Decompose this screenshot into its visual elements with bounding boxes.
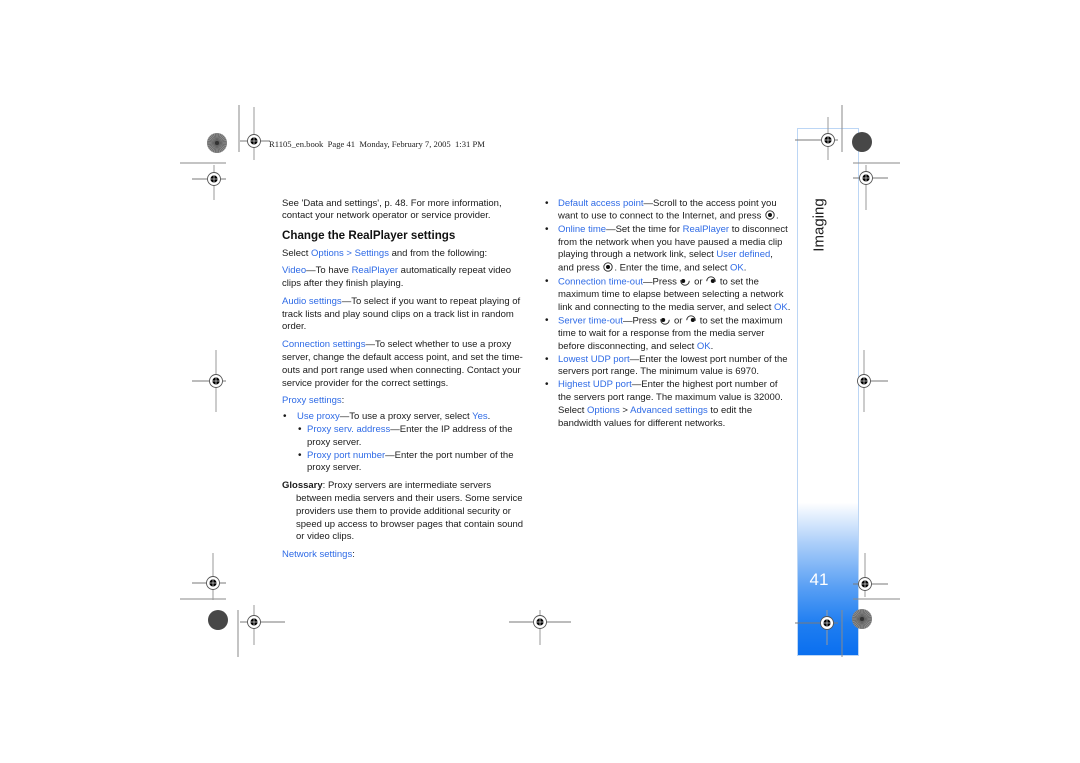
- registration-mark-icon: [533, 615, 547, 629]
- menu-term: OK: [730, 262, 744, 274]
- body-text: .: [775, 210, 779, 222]
- menu-term: RealPlayer: [682, 223, 730, 235]
- registration-mark-center: [250, 618, 258, 626]
- menu-term: Audio settings: [282, 295, 342, 307]
- paragraph: Connection settings—To select whether to…: [282, 339, 529, 390]
- menu-term: Connection settings: [282, 339, 366, 351]
- body-text: .: [710, 340, 714, 352]
- menu-term: Proxy serv. address: [307, 423, 391, 435]
- body-text: Change the RealPlayer settings: [282, 228, 456, 242]
- body-text: —Press: [622, 315, 660, 327]
- menu-term: Online time: [558, 223, 607, 235]
- menu-term: Proxy settings: [282, 395, 342, 407]
- registration-mark-icon: [206, 576, 220, 590]
- body-text: See 'Data and settings', p. 48. For more…: [282, 197, 502, 222]
- menu-term: Yes: [472, 411, 488, 423]
- registration-mark-icon: [858, 577, 872, 591]
- sub-bullet-item: Proxy port number—Enter the port number …: [282, 450, 529, 476]
- paragraph: Network settings:: [282, 549, 529, 562]
- registration-mark-icon: [207, 172, 221, 186]
- menu-term: Lowest UDP port: [558, 353, 630, 365]
- body-text: and from the following:: [388, 247, 488, 259]
- menu-term: Connection time-out: [558, 276, 644, 288]
- menu-term: Highest UDP port: [558, 379, 632, 391]
- registration-mark-center: [862, 174, 870, 182]
- bullet-item: Connection time-out—Press or to set the …: [545, 276, 791, 315]
- paragraph: See 'Data and settings', p. 48. For more…: [282, 198, 529, 224]
- sub-bullet-item: Proxy serv. address—Enter the IP address…: [282, 424, 529, 450]
- menu-term: Network settings: [282, 549, 353, 561]
- body-text: Select: [282, 247, 312, 259]
- registration-mark-center: [209, 579, 217, 587]
- right-text-column: Default access point—Scroll to the acces…: [545, 198, 791, 431]
- glossary-note: Glossary: Proxy servers are intermediate…: [282, 480, 529, 544]
- body-text: :: [341, 395, 345, 407]
- print-marks-layer: [180, 105, 900, 657]
- body-text: >: [619, 405, 631, 416]
- body-text: —Press: [643, 276, 680, 288]
- body-text: . Enter the time, and select: [614, 262, 731, 274]
- body-text: —To have: [306, 265, 352, 277]
- bullet-item: Server time-out—Press or to set the maxi…: [545, 315, 791, 354]
- left-text-column: See 'Data and settings', p. 48. For more…: [282, 198, 529, 567]
- body-text: .: [487, 411, 491, 423]
- menu-term: Default access point: [558, 197, 644, 209]
- bullet-item: Default access point—Scroll to the acces…: [545, 198, 791, 224]
- paragraph: Proxy settings:: [282, 395, 529, 408]
- menu-term: User defined: [716, 249, 771, 261]
- menu-term: Server time-out: [558, 315, 623, 327]
- select-key-icon: [603, 262, 614, 272]
- paragraph: Audio settings—To select if you want to …: [282, 296, 529, 335]
- print-slug-header: R1105_en.book Page 41 Monday, February 7…: [269, 139, 485, 149]
- menu-term: OK: [696, 340, 711, 352]
- registration-mark-center: [210, 175, 218, 183]
- bullet-item: Online time—Set the time for RealPlayer …: [545, 224, 791, 276]
- color-target-starburst-icon: [207, 133, 227, 153]
- registration-mark-icon: [209, 374, 223, 388]
- body-text: —To use a proxy server, select: [339, 411, 473, 423]
- registration-mark-center: [860, 377, 868, 385]
- bullet-item: Use proxy—To use a proxy server, select …: [282, 411, 529, 424]
- menu-term: Use proxy: [297, 411, 340, 423]
- select-key-icon: [765, 210, 775, 220]
- section-title: Imaging: [810, 198, 828, 252]
- bullet-item: Highest UDP port—Enter the highest port …: [545, 379, 791, 430]
- body-text: .: [743, 262, 747, 274]
- registration-mark-center: [536, 618, 544, 626]
- registration-mark-icon: [247, 615, 261, 629]
- body-text: .: [787, 301, 791, 313]
- section-heading: Change the RealPlayer settings: [282, 228, 529, 244]
- menu-term: OK: [774, 301, 788, 313]
- menu-term: Options > Settings: [311, 247, 389, 259]
- menu-term: RealPlayer: [351, 265, 399, 277]
- body-text: —Set the time for: [606, 223, 683, 235]
- menu-term: Options: [587, 405, 620, 416]
- paragraph: Video—To have RealPlayer automatically r…: [282, 265, 529, 291]
- registration-mark-icon: [857, 374, 871, 388]
- menu-term: Proxy port number: [307, 449, 386, 461]
- registration-mark-icon: [247, 134, 261, 148]
- color-target-solid-icon: [208, 610, 228, 630]
- paragraph: Select Options > Settings and from the f…: [282, 248, 529, 261]
- body-text: or: [691, 276, 706, 288]
- menu-term: Video: [282, 265, 307, 277]
- registration-mark-center: [861, 580, 869, 588]
- body-text: : Proxy servers are intermediate servers…: [296, 480, 524, 543]
- registration-mark-center: [212, 377, 220, 385]
- joystick-right-icon: [686, 314, 696, 325]
- joystick-right-icon: [706, 275, 716, 286]
- joystick-left-icon: [660, 314, 671, 325]
- menu-term: Advanced settings: [630, 405, 708, 416]
- page-number: 41: [809, 570, 829, 589]
- bold-term: Glossary: [282, 480, 323, 492]
- bullet-item: Lowest UDP port—Enter the lowest port nu…: [545, 354, 791, 380]
- body-text: :: [352, 549, 355, 561]
- body-text: or: [671, 315, 686, 327]
- registration-mark-icon: [859, 171, 873, 185]
- registration-mark-center: [250, 137, 258, 145]
- joystick-left-icon: [680, 275, 691, 286]
